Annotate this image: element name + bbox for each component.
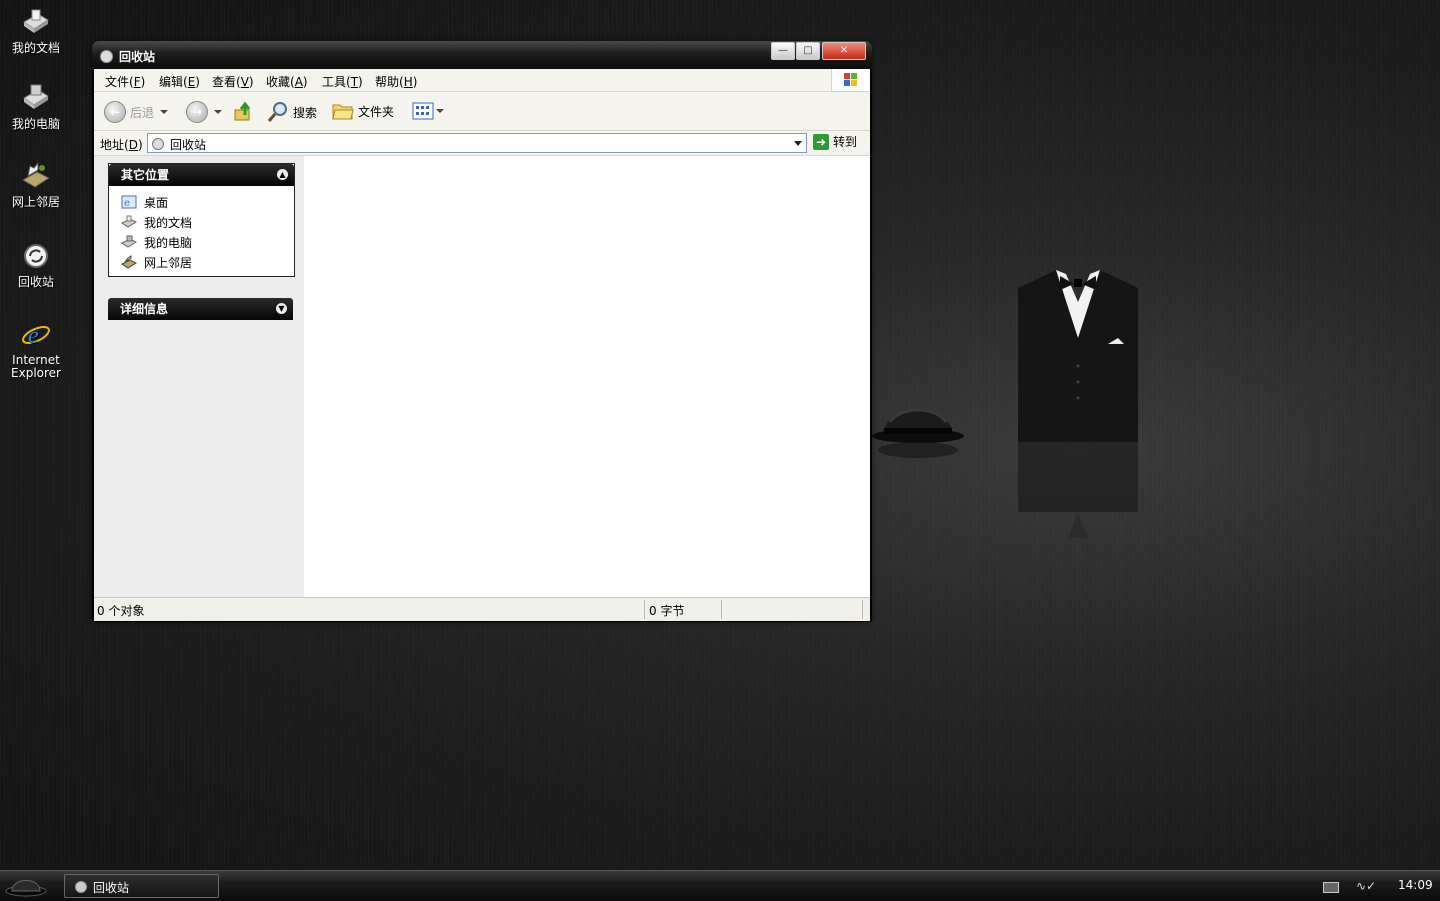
title-bar[interactable]: 回收站 — □ ✕ (92, 41, 872, 69)
window-client: 文件(F) 编辑(E) 查看(V) 收藏(A) 工具(T) 帮助(H) ← 后退… (94, 69, 870, 621)
taskbar-item-recycle-bin[interactable]: 回收站 (64, 874, 219, 898)
address-label: 地址(D) (100, 138, 143, 152)
desktop-icon-label: 我的文档 (11, 41, 60, 55)
forward-arrow-icon: → (186, 101, 208, 123)
chevron-up-icon[interactable]: ▲ (277, 169, 288, 180)
details-header[interactable]: 详细信息 ▼ (108, 298, 293, 320)
keyboard-icon[interactable] (1323, 882, 1339, 893)
place-link-desktop[interactable]: e 桌面 (121, 192, 294, 212)
menu-bar: 文件(F) 编辑(E) 查看(V) 收藏(A) 工具(T) 帮助(H) (94, 69, 870, 92)
chevron-down-icon[interactable]: ▼ (276, 303, 287, 314)
desktop-icon-label: 回收站 (17, 275, 54, 289)
other-places-panel: 其它位置 ▲ e 桌面 我的文档 我的电脑 网上邻居 (108, 163, 295, 277)
desktop-icon-label: 我的电脑 (11, 117, 60, 131)
recycle-bin-icon (75, 881, 87, 893)
task-pane: 其它位置 ▲ e 桌面 我的文档 我的电脑 网上邻居 详细信息 ▼ (94, 156, 304, 597)
status-divider (721, 600, 722, 619)
menu-file[interactable]: 文件(F) (105, 73, 145, 90)
views-icon (412, 102, 434, 120)
maximize-button[interactable]: □ (796, 42, 820, 60)
desktop-icon-my-computer[interactable]: 我的电脑 (4, 82, 68, 131)
up-folder-button[interactable] (233, 101, 255, 123)
go-button[interactable]: ➜ 转到 (813, 133, 857, 150)
address-dropdown-button[interactable] (790, 134, 806, 152)
up-folder-icon (234, 101, 251, 121)
minimize-button[interactable]: — (771, 42, 795, 60)
svg-text:e: e (28, 323, 39, 349)
details-panel: 详细信息 ▼ (108, 298, 293, 320)
network-places-icon (121, 255, 137, 269)
windows-flag-icon (831, 69, 870, 91)
bowler-hat-wallpaper (872, 408, 964, 458)
place-link-my-documents[interactable]: 我的文档 (121, 212, 294, 232)
status-divider (644, 600, 645, 619)
tuxedo-wallpaper (1018, 270, 1138, 538)
taskbar: 回收站 ∿✓ 14:09 (0, 870, 1440, 901)
close-button[interactable]: ✕ (822, 42, 866, 60)
network-tray-icon[interactable]: ∿✓ (1356, 879, 1376, 893)
resize-grip[interactable] (862, 600, 863, 619)
address-bar: 地址(D) 回收站 ➜ 转到 (94, 131, 870, 156)
desktop-icon: e (121, 195, 137, 209)
recycle-bin-icon (100, 50, 113, 63)
my-computer-icon (121, 235, 137, 248)
clock[interactable]: 14:09 (1398, 878, 1433, 892)
status-bar: 0 个对象 0 字节 (94, 597, 870, 621)
folders-button[interactable]: 文件夹 (332, 101, 394, 121)
desktop-icon-internet-explorer[interactable]: e Internet Explorer (4, 318, 68, 380)
address-input[interactable]: 回收站 (147, 133, 807, 153)
search-icon (267, 102, 287, 122)
desktop-icon-label: Internet Explorer (11, 353, 61, 380)
menu-tools[interactable]: 工具(T) (322, 73, 363, 90)
forward-button[interactable]: → (186, 101, 222, 123)
menu-edit[interactable]: 编辑(E) (159, 73, 200, 90)
my-documents-icon (23, 9, 49, 33)
go-arrow-icon: ➜ (813, 133, 829, 150)
file-list-area[interactable] (304, 156, 870, 597)
window-title: 回收站 (119, 50, 156, 64)
toolbar: ← 后退 → 搜索 文件夹 (94, 92, 870, 131)
desktop-icon-my-documents[interactable]: 我的文档 (4, 6, 68, 55)
my-computer-icon (23, 84, 49, 109)
desktop-icon-label: 网上邻居 (11, 195, 60, 209)
back-button[interactable]: ← 后退 (104, 101, 169, 123)
search-button[interactable]: 搜索 (267, 101, 317, 123)
menu-favorites[interactable]: 收藏(A) (266, 73, 308, 90)
recycle-bin-icon (24, 244, 48, 268)
menu-help[interactable]: 帮助(H) (375, 73, 417, 90)
place-link-network-places[interactable]: 网上邻居 (121, 252, 294, 272)
place-link-my-computer[interactable]: 我的电脑 (121, 232, 294, 252)
desktop-icon-recycle-bin[interactable]: 回收站 (4, 240, 68, 289)
chevron-down-icon (436, 109, 444, 113)
explorer-window: 回收站 — □ ✕ 文件(F) 编辑(E) 查看(V) 收藏(A) 工具(T) … (92, 41, 872, 622)
views-button[interactable] (412, 101, 444, 121)
my-documents-icon (121, 215, 137, 228)
status-size: 0 字节 (649, 604, 685, 618)
svg-text:e: e (124, 198, 130, 209)
recycle-bin-icon (152, 138, 164, 150)
other-places-header[interactable]: 其它位置 ▲ (109, 164, 294, 186)
folder-icon (332, 104, 354, 120)
start-button[interactable] (4, 873, 48, 899)
back-arrow-icon: ← (104, 101, 126, 123)
ie-icon: e (22, 323, 50, 349)
desktop-icon-network[interactable]: 网上邻居 (4, 160, 68, 209)
network-places-icon (22, 161, 51, 188)
chevron-down-icon (214, 110, 222, 114)
chevron-down-icon (160, 110, 169, 114)
menu-view[interactable]: 查看(V) (212, 73, 254, 90)
status-object-count: 0 个对象 (97, 604, 145, 618)
